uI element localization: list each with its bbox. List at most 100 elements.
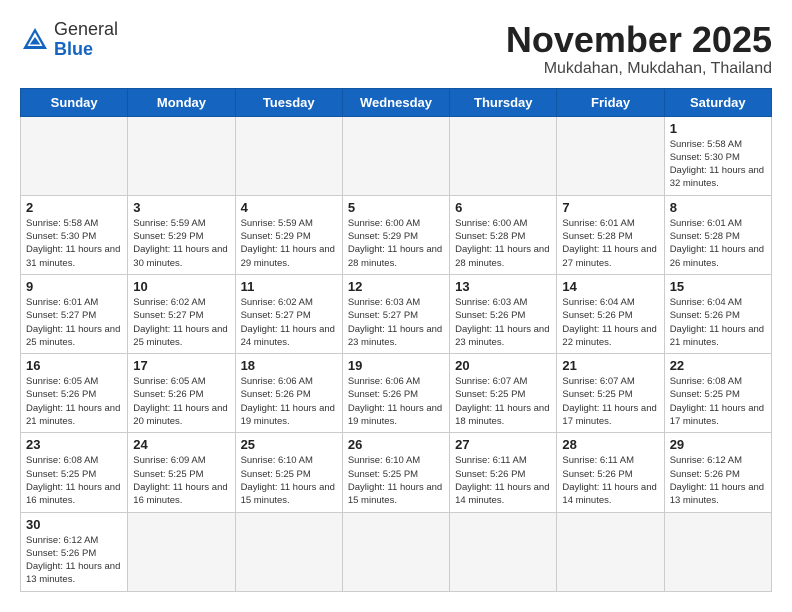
day-number: 8 [670, 200, 766, 215]
calendar-cell: 30Sunrise: 6:12 AM Sunset: 5:26 PM Dayli… [21, 512, 128, 591]
day-of-week-header: Tuesday [235, 88, 342, 116]
calendar-cell [450, 512, 557, 591]
day-of-week-header: Wednesday [342, 88, 449, 116]
day-info: Sunrise: 6:00 AM Sunset: 5:29 PM Dayligh… [348, 217, 444, 270]
day-info: Sunrise: 5:59 AM Sunset: 5:29 PM Dayligh… [241, 217, 337, 270]
day-number: 9 [26, 279, 122, 294]
day-info: Sunrise: 6:00 AM Sunset: 5:28 PM Dayligh… [455, 217, 551, 270]
day-number: 4 [241, 200, 337, 215]
location-subtitle: Mukdahan, Mukdahan, Thailand [506, 60, 772, 78]
day-info: Sunrise: 6:11 AM Sunset: 5:26 PM Dayligh… [455, 454, 551, 507]
day-number: 20 [455, 358, 551, 373]
day-info: Sunrise: 6:12 AM Sunset: 5:26 PM Dayligh… [670, 454, 766, 507]
calendar-cell: 25 Sunrise: 6:10 AM Sunset: 5:25 PM Dayli… [235, 433, 342, 512]
day-info: Sunrise: 5:58 AM Sunset: 5:30 PM Dayligh… [670, 138, 766, 191]
day-number: 21 [562, 358, 658, 373]
calendar-cell: 15 Sunrise: 6:04 AM Sunset: 5:26 PM Dayli… [664, 274, 771, 353]
calendar-cell: 1 Sunrise: 5:58 AM Sunset: 5:30 PM Daylig… [664, 116, 771, 195]
calendar-cell [342, 512, 449, 591]
day-info: Sunrise: 6:01 AM Sunset: 5:27 PM Dayligh… [26, 296, 122, 349]
day-info: Sunrise: 6:10 AM Sunset: 5:25 PM Dayligh… [241, 454, 337, 507]
calendar-cell [128, 116, 235, 195]
calendar-cell: 20Sunrise: 6:07 AM Sunset: 5:25 PM Dayli… [450, 354, 557, 433]
day-of-week-header: Thursday [450, 88, 557, 116]
day-number: 5 [348, 200, 444, 215]
day-info: Sunrise: 6:01 AM Sunset: 5:28 PM Dayligh… [562, 217, 658, 270]
logo-text: General Blue [54, 20, 118, 60]
calendar-cell [21, 116, 128, 195]
day-info: Sunrise: 6:11 AM Sunset: 5:26 PM Dayligh… [562, 454, 658, 507]
day-info: Sunrise: 6:07 AM Sunset: 5:25 PM Dayligh… [562, 375, 658, 428]
day-number: 27 [455, 437, 551, 452]
day-number: 15 [670, 279, 766, 294]
day-info: Sunrise: 6:02 AM Sunset: 5:27 PM Dayligh… [241, 296, 337, 349]
day-of-week-header: Monday [128, 88, 235, 116]
day-info: Sunrise: 5:58 AM Sunset: 5:30 PM Dayligh… [26, 217, 122, 270]
calendar-cell: 24Sunrise: 6:09 AM Sunset: 5:25 PM Dayli… [128, 433, 235, 512]
title-section: November 2025 Mukdahan, Mukdahan, Thaila… [506, 20, 772, 78]
day-number: 28 [562, 437, 658, 452]
day-number: 14 [562, 279, 658, 294]
calendar-cell: 5 Sunrise: 6:00 AM Sunset: 5:29 PM Daylig… [342, 195, 449, 274]
calendar-cell [235, 512, 342, 591]
calendar-cell [450, 116, 557, 195]
calendar-cell: 21 Sunrise: 6:07 AM Sunset: 5:25 PM Dayli… [557, 354, 664, 433]
calendar-cell [235, 116, 342, 195]
calendar-cell: 4 Sunrise: 5:59 AM Sunset: 5:29 PM Daylig… [235, 195, 342, 274]
calendar-cell: 22Sunrise: 6:08 AM Sunset: 5:25 PM Dayli… [664, 354, 771, 433]
calendar-cell: 3 Sunrise: 5:59 AM Sunset: 5:29 PM Daylig… [128, 195, 235, 274]
day-info: Sunrise: 6:03 AM Sunset: 5:27 PM Dayligh… [348, 296, 444, 349]
calendar-cell: 19 Sunrise: 6:06 AM Sunset: 5:26 PM Dayli… [342, 354, 449, 433]
day-number: 29 [670, 437, 766, 452]
logo-icon [20, 25, 50, 55]
day-number: 1 [670, 121, 766, 136]
day-info: Sunrise: 6:06 AM Sunset: 5:26 PM Dayligh… [241, 375, 337, 428]
calendar-table: SundayMondayTuesdayWednesdayThursdayFrid… [20, 88, 772, 592]
day-info: Sunrise: 6:01 AM Sunset: 5:28 PM Dayligh… [670, 217, 766, 270]
day-number: 17 [133, 358, 229, 373]
day-number: 30 [26, 517, 122, 532]
calendar-cell: 11 Sunrise: 6:02 AM Sunset: 5:27 PM Dayli… [235, 274, 342, 353]
day-number: 3 [133, 200, 229, 215]
day-info: Sunrise: 6:04 AM Sunset: 5:26 PM Dayligh… [670, 296, 766, 349]
calendar-cell: 23 Sunrise: 6:08 AM Sunset: 5:25 PM Dayli… [21, 433, 128, 512]
calendar-cell: 28 Sunrise: 6:11 AM Sunset: 5:26 PM Dayli… [557, 433, 664, 512]
day-info: Sunrise: 6:05 AM Sunset: 5:26 PM Dayligh… [133, 375, 229, 428]
day-number: 18 [241, 358, 337, 373]
day-number: 19 [348, 358, 444, 373]
logo-general: General [54, 20, 118, 40]
calendar-cell: 12 Sunrise: 6:03 AM Sunset: 5:27 PM Dayli… [342, 274, 449, 353]
day-number: 22 [670, 358, 766, 373]
calendar-cell: 16Sunrise: 6:05 AM Sunset: 5:26 PM Dayli… [21, 354, 128, 433]
calendar-cell: 10Sunrise: 6:02 AM Sunset: 5:27 PM Dayli… [128, 274, 235, 353]
day-number: 12 [348, 279, 444, 294]
calendar-cell [557, 116, 664, 195]
day-number: 23 [26, 437, 122, 452]
day-info: Sunrise: 6:08 AM Sunset: 5:25 PM Dayligh… [26, 454, 122, 507]
calendar-cell: 14Sunrise: 6:04 AM Sunset: 5:26 PM Dayli… [557, 274, 664, 353]
day-info: Sunrise: 5:59 AM Sunset: 5:29 PM Dayligh… [133, 217, 229, 270]
day-number: 16 [26, 358, 122, 373]
day-info: Sunrise: 6:06 AM Sunset: 5:26 PM Dayligh… [348, 375, 444, 428]
day-number: 26 [348, 437, 444, 452]
calendar-cell: 2Sunrise: 5:58 AM Sunset: 5:30 PM Daylig… [21, 195, 128, 274]
calendar-cell [342, 116, 449, 195]
calendar-cell: 27 Sunrise: 6:11 AM Sunset: 5:26 PM Dayli… [450, 433, 557, 512]
day-number: 6 [455, 200, 551, 215]
day-info: Sunrise: 6:03 AM Sunset: 5:26 PM Dayligh… [455, 296, 551, 349]
calendar-cell [664, 512, 771, 591]
day-number: 11 [241, 279, 337, 294]
day-number: 24 [133, 437, 229, 452]
calendar-header-row: SundayMondayTuesdayWednesdayThursdayFrid… [21, 88, 772, 116]
day-number: 25 [241, 437, 337, 452]
month-title: November 2025 [506, 20, 772, 60]
day-of-week-header: Friday [557, 88, 664, 116]
calendar-cell: 13Sunrise: 6:03 AM Sunset: 5:26 PM Dayli… [450, 274, 557, 353]
calendar-cell [557, 512, 664, 591]
day-number: 7 [562, 200, 658, 215]
calendar-cell: 17 Sunrise: 6:05 AM Sunset: 5:26 PM Dayli… [128, 354, 235, 433]
calendar-cell: 26 Sunrise: 6:10 AM Sunset: 5:25 PM Dayli… [342, 433, 449, 512]
day-number: 10 [133, 279, 229, 294]
page-header: General Blue November 2025 Mukdahan, Muk… [20, 20, 772, 78]
day-info: Sunrise: 6:10 AM Sunset: 5:25 PM Dayligh… [348, 454, 444, 507]
